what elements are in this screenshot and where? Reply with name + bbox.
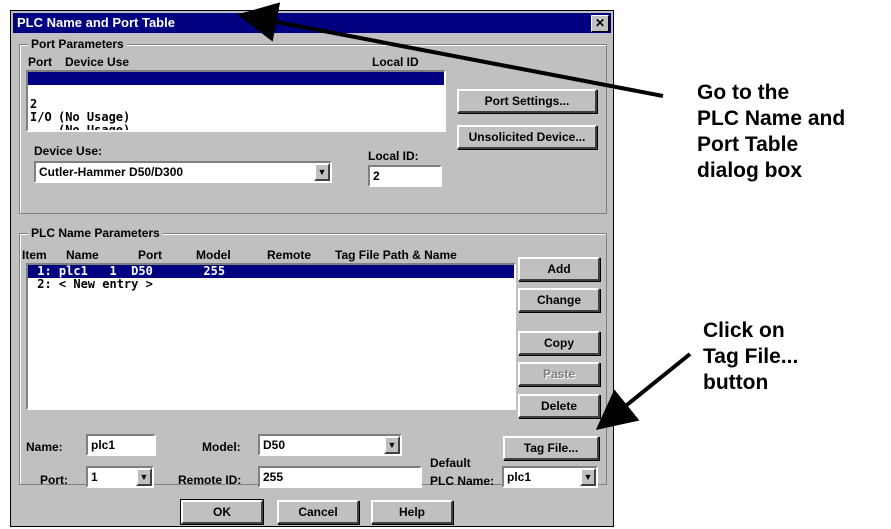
default-plc-name-combobox[interactable]: plc1 ▼ [502, 466, 598, 488]
port-label: Port: [40, 473, 68, 487]
col-header-name: Name [66, 248, 99, 262]
annotation-line: Go to the [697, 81, 790, 104]
annotation-line: Port Table [697, 133, 799, 156]
default-label: Default [430, 456, 471, 470]
plc-list[interactable]: 1: plc1 1 D50 255 2: < New entry > [26, 263, 516, 410]
device-cell: (No Usage) [58, 123, 131, 132]
port-parameters-group: Port Parameters Port Device Use Local ID… [19, 37, 607, 214]
list-item[interactable]: 2 (No Usage) [28, 85, 444, 124]
close-icon[interactable]: ✕ [591, 15, 609, 32]
remote-id-field[interactable]: 255 [258, 466, 422, 488]
plc-name-parameters-title: PLC Name Parameters [28, 226, 163, 240]
annotation-line: Click on [703, 319, 785, 342]
chevron-down-icon[interactable]: ▼ [136, 468, 152, 486]
col-header-item: Item [22, 248, 47, 262]
add-button[interactable]: Add [518, 257, 600, 281]
help-button[interactable]: Help [371, 500, 453, 524]
name-label: Name: [26, 440, 63, 454]
col-header-port: Port [138, 248, 162, 262]
port-parameters-title: Port Parameters [28, 37, 127, 51]
model-label: Model: [202, 440, 241, 454]
delete-button[interactable]: Delete [518, 394, 600, 418]
annotation-line: PLC Name and [697, 107, 846, 130]
plc-name-port-table-dialog: PLC Name and Port Table ✕ Port Parameter… [10, 10, 614, 527]
local-id-label: Local ID: [368, 149, 419, 163]
col-header-device-use: Device Use [65, 55, 130, 69]
unsolicited-device-button[interactable]: Unsolicited Device... [457, 125, 597, 149]
device-use-combobox[interactable]: Cutler-Hammer D50/D300 ▼ [34, 161, 332, 183]
annotation-line: button [703, 371, 769, 394]
ok-button[interactable]: OK [180, 499, 264, 525]
annotation-line: dialog box [697, 159, 802, 182]
model-combobox[interactable]: D50 ▼ [258, 434, 402, 456]
paste-button[interactable]: Paste [518, 362, 600, 386]
list-item[interactable]: 1 Cutler-Hammer D50/D300 2 [28, 72, 444, 124]
plc-name-parameters-group: PLC Name Parameters Item Name Port Model… [19, 226, 607, 488]
cancel-button[interactable]: Cancel [277, 500, 359, 524]
arrow-to-tag-file [595, 352, 692, 431]
plc-name-label: PLC Name: [430, 474, 495, 488]
name-field[interactable]: plc1 [86, 434, 156, 456]
list-item[interactable]: 2: < New entry > [28, 278, 514, 291]
port-combobox[interactable]: 1 ▼ [86, 466, 154, 488]
annotation-click-tag-file: Click on Tag File... button [703, 318, 798, 396]
local-id-cell: 2 [413, 110, 421, 124]
port-list[interactable]: 1 Cutler-Hammer D50/D300 2 2 (No Usage) … [26, 70, 446, 132]
change-button[interactable]: Change [518, 288, 600, 312]
chevron-down-icon[interactable]: ▼ [580, 468, 596, 486]
col-header-tag-file: Tag File Path & Name [335, 248, 457, 262]
copy-button[interactable]: Copy [518, 331, 600, 355]
list-item[interactable]: I/O (No Usage) [28, 98, 444, 131]
device-use-label: Device Use: [34, 144, 103, 158]
tag-file-button[interactable]: Tag File... [503, 436, 599, 460]
model-value: D50 [263, 438, 286, 452]
dialog-title: PLC Name and Port Table [17, 15, 175, 30]
chevron-down-icon[interactable]: ▼ [314, 163, 330, 181]
default-plc-name-value: plc1 [507, 470, 532, 484]
col-header-model: Model [196, 248, 231, 262]
port-value: 1 [91, 470, 98, 484]
annotation-go-to-dialog: Go to the PLC Name and Port Table dialog… [697, 80, 845, 184]
local-id-field[interactable]: 2 [368, 165, 442, 187]
col-header-local-id: Local ID [372, 55, 419, 69]
annotation-line: Tag File... [703, 345, 799, 368]
device-use-value: Cutler-Hammer D50/D300 [39, 165, 184, 179]
chevron-down-icon[interactable]: ▼ [384, 436, 400, 454]
dialog-titlebar[interactable]: PLC Name and Port Table ✕ [13, 13, 611, 33]
col-header-remote: Remote [267, 248, 312, 262]
port-cell: I/O [30, 110, 52, 124]
col-header-port: Port [28, 55, 52, 69]
remote-id-label: Remote ID: [178, 473, 242, 487]
port-settings-button[interactable]: Port Settings... [457, 89, 597, 113]
